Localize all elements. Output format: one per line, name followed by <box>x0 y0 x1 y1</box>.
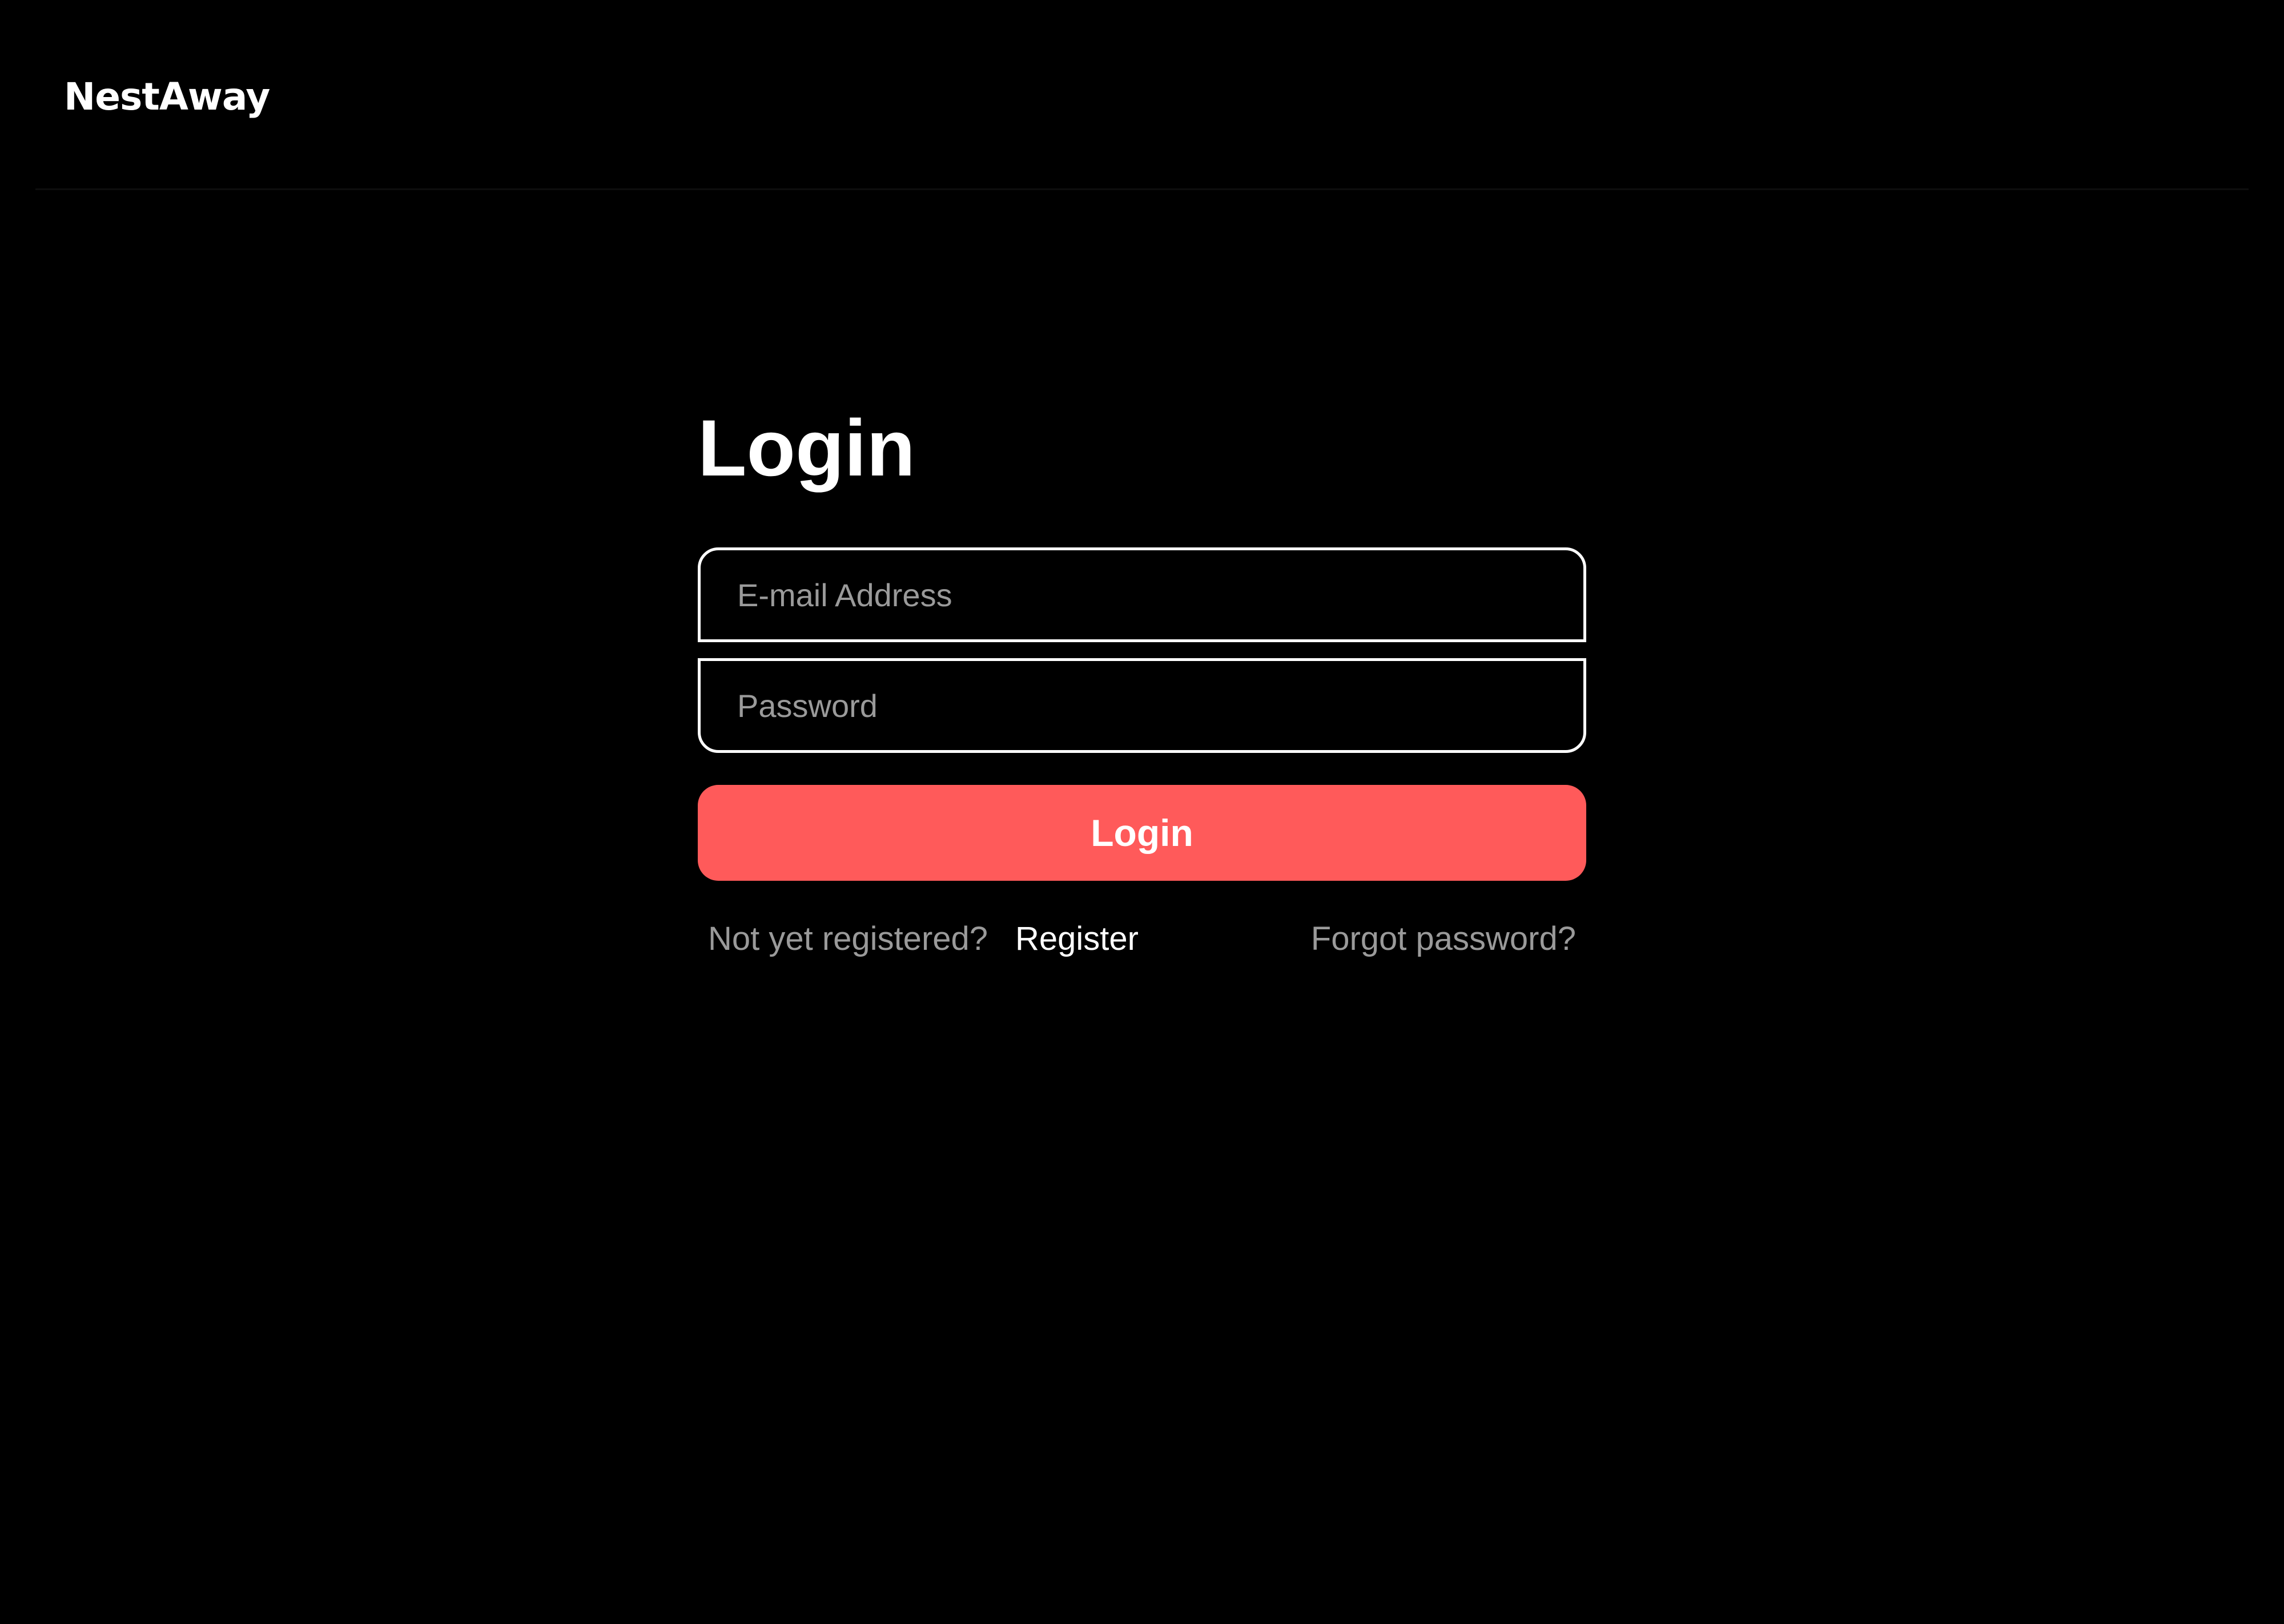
brand-logo[interactable]: NestAway <box>64 71 270 123</box>
not-registered-text: Not yet registered? <box>708 920 988 957</box>
email-field[interactable] <box>698 547 1586 642</box>
forgot-password-link[interactable]: Forgot password? <box>1311 916 1576 962</box>
login-button[interactable]: Login <box>698 785 1586 881</box>
top-nav: NestAway <box>0 0 2284 190</box>
header-divider <box>35 188 2249 190</box>
register-link[interactable]: Register <box>1015 916 1139 962</box>
auth-links: Not yet registered? Register Forgot pass… <box>708 916 1576 962</box>
password-field[interactable] <box>698 658 1586 753</box>
page-title: Login <box>698 403 915 493</box>
